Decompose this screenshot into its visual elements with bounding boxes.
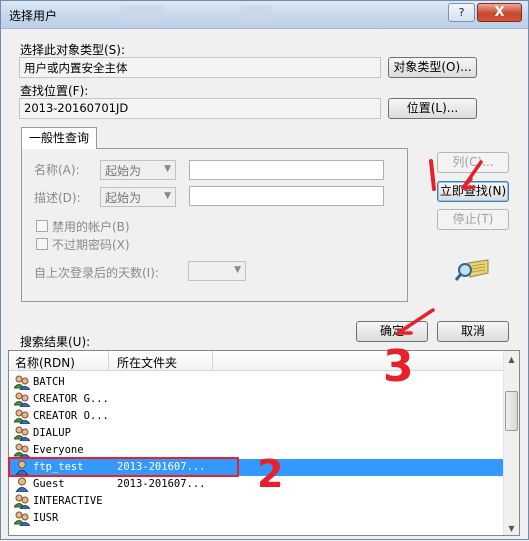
- row-folder: 2013-201607...: [117, 478, 206, 490]
- row-name: BATCH: [33, 376, 65, 388]
- table-row[interactable]: ftp_test 2013-201607...: [9, 459, 505, 476]
- row-folder: 2013-201607...: [117, 461, 206, 473]
- chevron-down-icon: ▼: [164, 164, 171, 174]
- user-icon: [14, 477, 30, 493]
- window-title: 选择用户: [9, 9, 58, 23]
- row-name: CREATOR G...: [33, 393, 109, 405]
- row-name: INTERACTIVE: [33, 495, 103, 507]
- tab-common-queries[interactable]: 一般性查询: [21, 127, 97, 149]
- location-label: 查找位置(F):: [20, 84, 89, 98]
- location-field: 2013-20160701JD: [19, 98, 381, 119]
- group-icon: [13, 494, 31, 510]
- group-icon: [13, 443, 31, 459]
- results-scrollbar[interactable]: ▲ ▼: [503, 351, 519, 535]
- table-row[interactable]: IUSR: [9, 510, 505, 527]
- days-since-logon-label: 自上次登录后的天数(I):: [34, 266, 159, 280]
- column-divider[interactable]: [212, 351, 213, 371]
- table-row[interactable]: INTERACTIVE: [9, 493, 505, 510]
- row-name: IUSR: [33, 512, 59, 524]
- table-row[interactable]: Everyone: [9, 442, 505, 459]
- row-name: Everyone: [33, 444, 84, 456]
- table-row[interactable]: CREATOR G...: [9, 391, 505, 408]
- blurred-title-area: [241, 5, 271, 23]
- disabled-accounts-label: 禁用的帐户(B): [52, 220, 130, 234]
- scroll-down-icon[interactable]: ▼: [504, 520, 519, 535]
- table-row[interactable]: Guest 2013-201607...: [9, 476, 505, 493]
- results-header: 名称(RDN) 所在文件夹: [9, 351, 505, 371]
- find-now-button[interactable]: 立即查找(N): [437, 181, 509, 202]
- name-mode-select[interactable]: 起始为 ▼: [100, 160, 176, 180]
- object-type-label: 选择此对象类型(S):: [20, 43, 126, 57]
- select-users-dialog: 选择用户 ? X 选择此对象类型(S): 用户或内置安全主体 对象类型(O)..…: [0, 0, 529, 540]
- stop-button[interactable]: 停止(T): [437, 209, 509, 230]
- columns-button[interactable]: 列(C)...: [437, 152, 509, 173]
- table-row[interactable]: CREATOR O...: [9, 408, 505, 425]
- group-icon: [13, 409, 31, 425]
- name-input[interactable]: [189, 160, 384, 180]
- disabled-accounts-checkbox[interactable]: [36, 220, 48, 232]
- description-mode-select[interactable]: 起始为 ▼: [100, 187, 176, 207]
- description-input[interactable]: [189, 186, 384, 206]
- name-label: 名称(A):: [34, 163, 80, 177]
- row-name: Guest: [33, 478, 65, 490]
- search-results-list: 名称(RDN) 所在文件夹 BATCH CREATOR G... CREATOR O…: [8, 350, 520, 536]
- help-button[interactable]: ?: [448, 3, 475, 22]
- days-since-logon-select[interactable]: ▼: [188, 261, 246, 281]
- table-row[interactable]: DIALUP: [9, 425, 505, 442]
- object-type-field: 用户或内置安全主体: [19, 57, 381, 78]
- annotation-step-1: 1: [421, 190, 422, 192]
- chevron-down-icon: ▼: [234, 265, 241, 275]
- row-name: DIALUP: [33, 427, 71, 439]
- description-mode-value: 起始为: [105, 191, 142, 205]
- group-icon: [13, 392, 31, 408]
- group-icon: [13, 426, 31, 442]
- title-bar: 选择用户 ? X: [1, 1, 528, 29]
- column-header-folder[interactable]: 所在文件夹: [117, 354, 177, 371]
- search-icon: [454, 257, 490, 283]
- blurred-title-area: [121, 5, 165, 23]
- ok-button[interactable]: 确定: [356, 321, 428, 342]
- common-queries-panel: 名称(A): 起始为 ▼ 描述(D): 起始为 ▼ 禁用的帐户(B) 不过期密码…: [21, 148, 408, 302]
- annotation-stroke: [429, 159, 436, 191]
- scrollbar-thumb[interactable]: [505, 391, 518, 431]
- user-icon: [14, 460, 30, 476]
- table-row[interactable]: BATCH: [9, 374, 505, 391]
- non-expiring-password-checkbox[interactable]: [36, 238, 48, 250]
- scroll-up-icon[interactable]: ▲: [504, 351, 519, 368]
- description-label: 描述(D):: [34, 191, 81, 205]
- row-name: CREATOR O...: [33, 410, 109, 422]
- close-button[interactable]: X: [477, 3, 522, 22]
- object-types-button[interactable]: 对象类型(O)...: [388, 57, 477, 78]
- column-divider[interactable]: [108, 351, 109, 371]
- locations-button[interactable]: 位置(L)...: [388, 98, 477, 119]
- cancel-button[interactable]: 取消: [437, 321, 509, 342]
- column-header-name[interactable]: 名称(RDN): [15, 354, 75, 371]
- group-icon: [13, 511, 31, 527]
- row-name: ftp_test: [33, 461, 84, 473]
- search-results-label: 搜索结果(U):: [20, 335, 91, 349]
- non-expiring-password-label: 不过期密码(X): [52, 238, 130, 252]
- chevron-down-icon: ▼: [164, 191, 171, 201]
- group-icon: [13, 375, 31, 391]
- name-mode-value: 起始为: [105, 164, 142, 178]
